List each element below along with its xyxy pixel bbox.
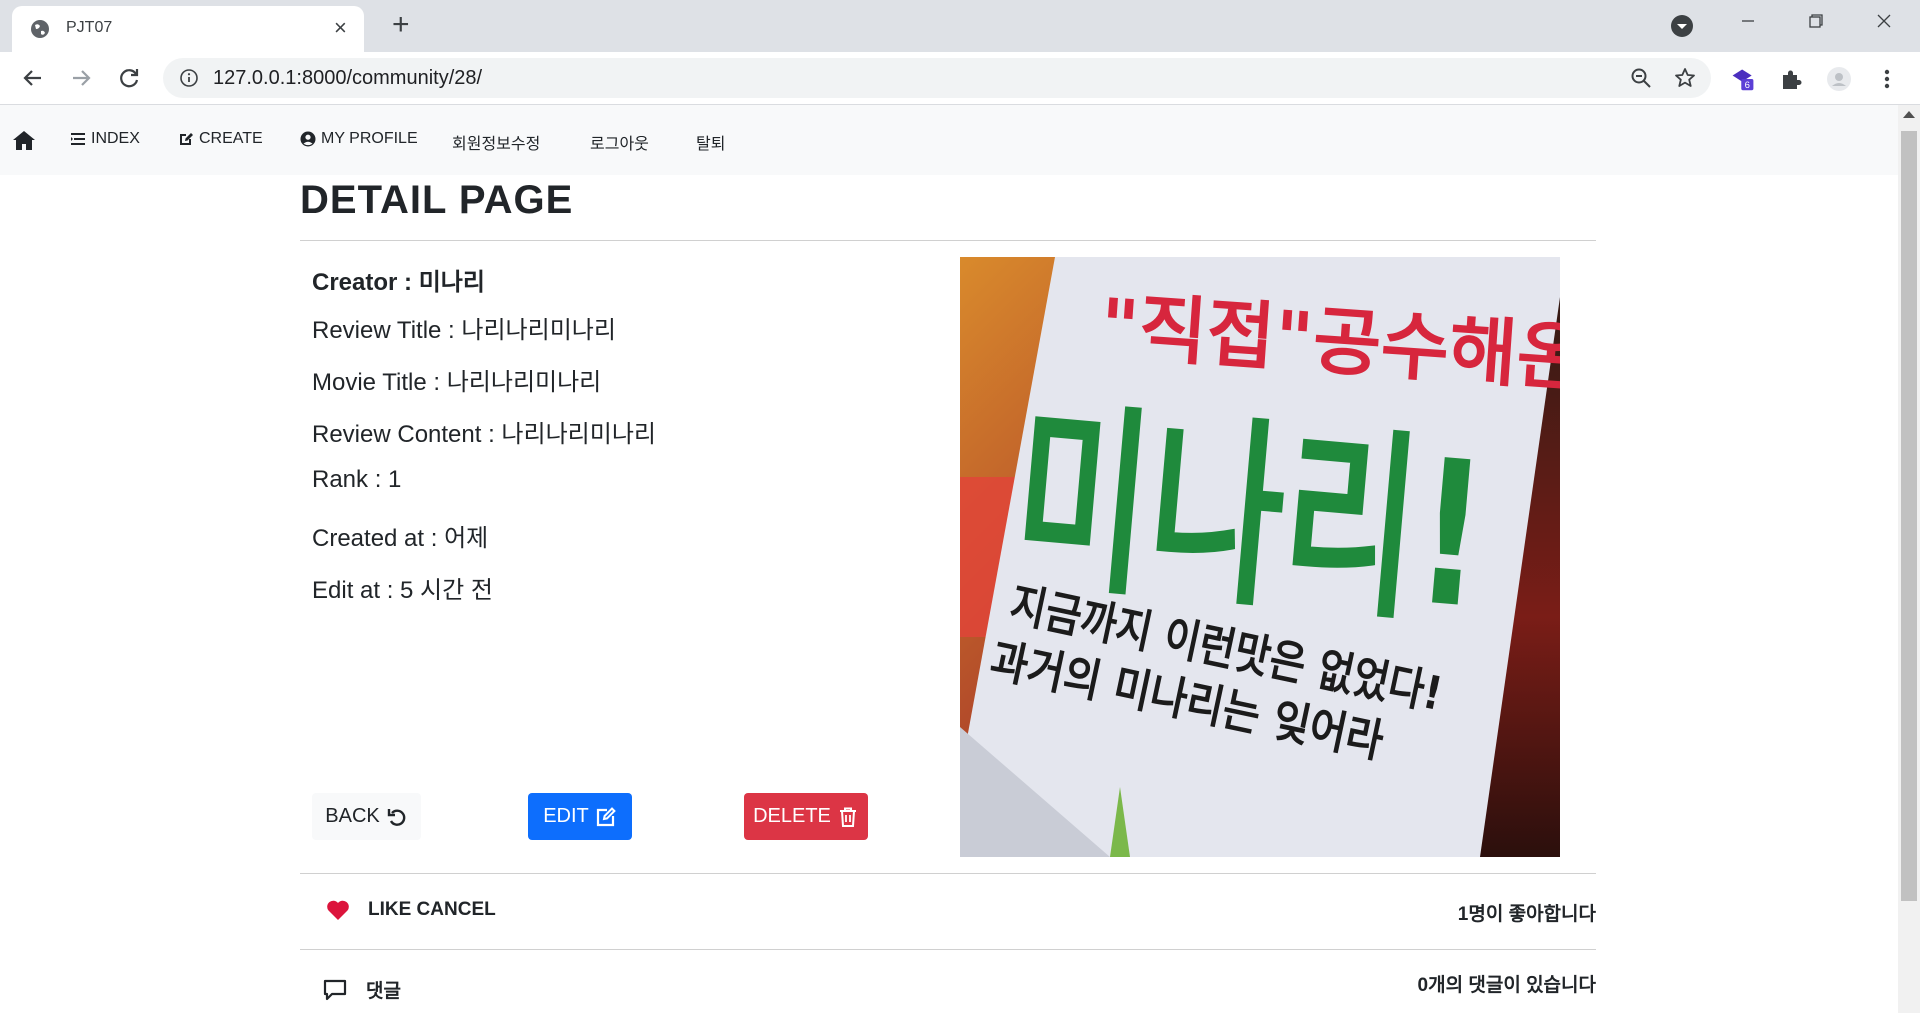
chat-square-icon [323,979,347,1000]
comment-toggle[interactable]: 댓글 [322,976,401,1003]
nav-create-link[interactable]: CREATE [178,130,263,148]
edit-at-line: Edit at : 5 시간 전 [312,577,493,604]
tab-title: PJT07 [66,19,113,36]
edit-button-label: EDIT [543,805,589,827]
globe-icon [31,20,49,38]
delete-button-label: DELETE [753,805,831,827]
comment-label: 댓글 [366,981,401,1002]
page-scrollbar[interactable] [1898,105,1920,1013]
address-bar[interactable]: 127.0.0.1:8000/community/28/ [163,58,1711,98]
rank-line: Rank : 1 [312,466,402,493]
back-button[interactable]: BACK [312,793,421,840]
creator-label: Creator : [312,269,419,296]
nav-profile-label: MY PROFILE [321,130,418,147]
title-divider [300,240,1596,241]
reload-icon[interactable] [116,65,142,91]
review-image: "직접"공수해온 미나리! 지금까지 이런맛은 없었다! 과거의 미나리는 잊어… [960,257,1560,857]
forward-arrow-icon[interactable] [68,65,94,91]
scroll-up-arrow-icon[interactable] [1903,111,1915,118]
tab-close-icon[interactable]: × [334,17,347,39]
minimize-icon[interactable] [1725,6,1771,36]
creator-value: 미나리 [418,269,485,296]
zoom-icon[interactable] [1629,66,1653,90]
nav-logout-label: 로그아웃 [590,136,649,153]
nav-edit-account-link[interactable]: 회원정보수정 [452,130,540,154]
like-cancel-label: LIKE CANCEL [368,899,496,920]
browser-tab-strip: PJT07 × + [0,0,1920,52]
user-circle-icon [300,131,316,147]
restore-icon[interactable] [1793,6,1839,36]
extension-icon[interactable]: 6 [1730,66,1756,92]
nav-edit-account-label: 회원정보수정 [452,136,541,153]
edit-square-icon [180,133,193,145]
close-window-icon[interactable] [1861,6,1907,36]
nav-withdraw-label: 탈퇴 [696,136,726,153]
nav-logout-link[interactable]: 로그아웃 [590,130,649,154]
edit-square-icon [596,806,616,826]
browser-toolbar: 127.0.0.1:8000/community/28/ 6 [0,52,1920,105]
url-text[interactable]: 127.0.0.1:8000/community/28/ [213,67,482,90]
back-button-label: BACK [325,805,380,827]
creator-line: Creator : 미나리 [312,262,485,297]
nav-index-link[interactable]: INDEX [70,130,140,148]
profile-avatar-icon[interactable] [1826,66,1852,92]
edit-button[interactable]: EDIT [528,793,632,840]
poster-graphic: "직접"공수해온 미나리! 지금까지 이런맛은 없었다! 과거의 미나리는 잊어… [960,257,1560,857]
new-tab-button[interactable]: + [392,10,410,40]
like-cancel-button[interactable]: LIKE CANCEL [326,899,496,921]
nav-create-label: CREATE [199,130,263,147]
review-title-line: Review Title : 나리나리미나리 [312,317,616,344]
nav-withdraw-link[interactable]: 탈퇴 [696,130,725,154]
nav-profile-link[interactable]: MY PROFILE [300,130,418,148]
trash-icon [839,807,856,827]
menu-kebab-icon[interactable] [1874,66,1900,92]
like-section: LIKE CANCEL 1명이 좋아합니다 [300,873,1596,949]
comment-count: 0개의 댓글이 있습니다 [1417,975,1596,996]
bookmark-star-icon[interactable] [1673,66,1697,90]
comment-section: 댓글 0개의 댓글이 있습니다 [300,950,1596,1013]
info-icon[interactable] [179,68,199,88]
heart-icon [327,900,349,920]
extension-badge: 6 [1745,80,1750,91]
page-title: DETAIL PAGE [300,178,574,222]
puzzle-icon[interactable] [1778,66,1804,92]
list-icon [71,133,85,145]
browser-tab[interactable]: PJT07 × [12,6,364,52]
created-at-line: Created at : 어제 [312,525,489,552]
tab-search-icon[interactable] [1670,14,1694,38]
like-count: 1명이 좋아합니다 [1457,904,1596,925]
movie-title-line: Movie Title : 나리나리미나리 [312,369,602,396]
home-link[interactable] [12,129,36,151]
delete-button[interactable]: DELETE [744,793,868,840]
undo-icon [387,808,406,826]
back-arrow-icon[interactable] [20,65,46,91]
nav-index-label: INDEX [91,130,140,147]
scroll-thumb[interactable] [1901,131,1917,901]
home-icon [13,131,35,150]
review-content-line: Review Content : 나리나리미나리 [312,421,656,448]
site-navbar: INDEX CREATE MY PROFILE 회원정보수정 로그아웃 탈퇴 [0,105,1898,175]
